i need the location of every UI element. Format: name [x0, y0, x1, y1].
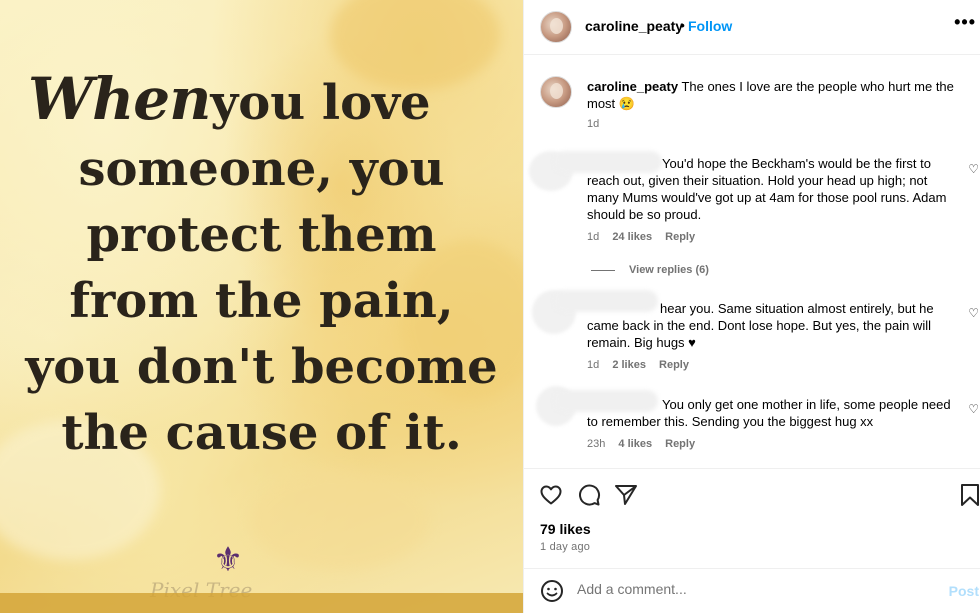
post-date: 1 day ago	[540, 541, 591, 553]
comment-time: 23h	[587, 438, 606, 450]
like-comment-icon[interactable]: ♡	[968, 306, 979, 320]
like-comment-icon[interactable]: ♡	[968, 162, 979, 176]
post-actions: 79 likes 1 day ago	[524, 468, 980, 577]
post-comment-button[interactable]: Post	[949, 583, 979, 599]
quote-line: Whenyou love	[0, 66, 523, 136]
bookmark-icon[interactable]	[958, 483, 980, 507]
more-options-icon[interactable]: •••	[954, 12, 976, 33]
share-icon[interactable]	[614, 483, 638, 507]
quote-text: Whenyou love someone, you protect them f…	[0, 66, 523, 466]
comment-time: 1d	[587, 359, 600, 371]
like-heart-icon[interactable]	[539, 483, 563, 507]
caption-time: 1d	[587, 118, 600, 130]
likes-count[interactable]: 79 likes	[540, 521, 591, 537]
author-avatar[interactable]	[540, 11, 572, 43]
author-username[interactable]: caroline_peaty	[585, 18, 683, 34]
post-header: caroline_peaty • Follow •••	[524, 0, 980, 55]
comment-meta: 23h 4 likes Reply	[587, 438, 705, 450]
comment-meta: 1d 24 likes Reply	[587, 231, 705, 243]
quote-line: you don't become	[25, 339, 498, 395]
add-comment-bar: Post	[524, 568, 980, 613]
quote-line: protect them	[86, 207, 437, 263]
separator-dot: •	[680, 17, 685, 33]
post-sidebar: caroline_peaty • Follow ••• caroline_pea…	[523, 0, 980, 613]
quote-script-word: When	[28, 65, 211, 133]
comment-likes[interactable]: 4 likes	[618, 438, 652, 450]
reply-button[interactable]: Reply	[665, 438, 695, 450]
reply-button[interactable]: Reply	[659, 359, 689, 371]
comment-time: 1d	[587, 231, 600, 243]
reply-button[interactable]: Reply	[665, 231, 695, 243]
comment-input[interactable]	[577, 581, 917, 597]
fleur-de-lis-icon: ⚜	[212, 541, 244, 579]
comment-text: You'd hope the Beckham's would be the fi…	[587, 156, 947, 222]
comment-icon[interactable]	[577, 483, 601, 507]
quote-line-rest: you love	[210, 75, 431, 131]
follow-button[interactable]: Follow	[688, 18, 732, 34]
view-replies-label: View replies (6)	[629, 264, 709, 276]
view-replies-button[interactable]: View replies (6)	[591, 264, 709, 276]
quote-line: from the pain,	[69, 273, 454, 329]
comment-text: hear you. Same situation almost entirely…	[587, 301, 934, 350]
post-image[interactable]: Whenyou love someone, you protect them f…	[0, 0, 523, 613]
comment-meta: 1d 2 likes Reply	[587, 359, 699, 371]
quote-line: someone, you	[78, 141, 445, 197]
caption-avatar[interactable]	[540, 76, 572, 108]
quote-line: the cause of it.	[61, 405, 462, 461]
caption-text: caroline_peaty The ones I love are the p…	[587, 78, 962, 112]
replies-line	[591, 269, 615, 271]
like-comment-icon[interactable]: ♡	[968, 402, 979, 416]
caption-username[interactable]: caroline_peaty	[587, 79, 678, 94]
comment-likes[interactable]: 24 likes	[612, 231, 652, 243]
comment-text: You only get one mother in life, some pe…	[587, 397, 951, 429]
paint-splotch	[250, 470, 430, 570]
image-bottom-border	[0, 593, 523, 613]
emoji-icon[interactable]	[540, 579, 564, 603]
comment-likes[interactable]: 2 likes	[612, 359, 646, 371]
